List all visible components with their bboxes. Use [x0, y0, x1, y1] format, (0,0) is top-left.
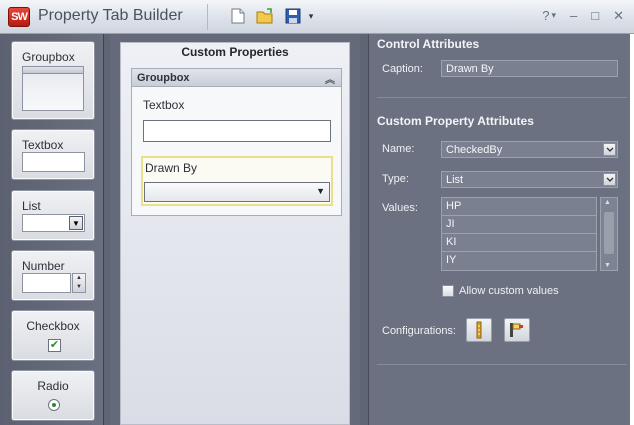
- textbox-preview: [22, 152, 85, 172]
- minimize-icon[interactable]: –: [570, 8, 577, 24]
- window-edge: [630, 34, 634, 425]
- save-dropdown-icon[interactable]: ▾: [302, 7, 320, 25]
- custom-properties-pane: Custom Properties Groupbox ︽ Textbox Dra…: [110, 34, 360, 425]
- configurations-label: Configurations:: [382, 325, 456, 337]
- palette-list[interactable]: List ▼: [11, 190, 95, 241]
- values-label: Values:: [382, 202, 418, 214]
- type-label: Type:: [382, 173, 409, 185]
- caption-input[interactable]: Drawn By: [441, 60, 618, 77]
- palette-number[interactable]: Number ▲ ▼: [11, 250, 95, 301]
- section-divider: [377, 97, 627, 98]
- maximize-icon[interactable]: □: [591, 8, 599, 24]
- groupbox-control[interactable]: Groupbox ︽ Textbox Drawn By ▼: [131, 68, 342, 216]
- palette-groupbox-label: Groupbox: [22, 50, 75, 64]
- list-item[interactable]: HP: [442, 198, 596, 216]
- palette-radio-label: Radio: [37, 379, 69, 393]
- title-bar: SW Property Tab Builder ▾ ? ▾ – □ ✕: [0, 0, 634, 34]
- close-icon[interactable]: ✕: [613, 8, 624, 24]
- custom-properties-canvas: Custom Properties Groupbox ︽ Textbox Dra…: [120, 42, 350, 425]
- name-label: Name:: [382, 143, 415, 155]
- attributes-pane: Control Attributes Caption: Drawn By Cus…: [368, 34, 634, 425]
- scroll-up-icon[interactable]: ▲: [604, 199, 611, 206]
- drawn-by-list-control[interactable]: Drawn By ▼: [141, 156, 333, 206]
- collapse-icon[interactable]: ︽: [325, 71, 335, 86]
- section-divider-bottom: [377, 364, 627, 365]
- groupbox-title: Groupbox: [137, 72, 190, 84]
- toolbar-separator: [207, 4, 208, 30]
- solidworks-logo: SW: [8, 7, 30, 27]
- chevron-down-icon: ▼: [69, 216, 83, 230]
- drawn-by-dropdown[interactable]: ▼: [144, 182, 330, 202]
- caption-label: Caption:: [382, 63, 423, 75]
- configuration-all-icon[interactable]: [466, 318, 492, 342]
- new-file-icon[interactable]: [229, 7, 247, 25]
- palette-radio[interactable]: Radio: [11, 370, 95, 421]
- name-value: CheckedBy: [446, 144, 503, 156]
- radio-dot-icon: [48, 399, 60, 411]
- open-folder-icon[interactable]: [256, 7, 274, 25]
- scroll-thumb[interactable]: [604, 212, 614, 254]
- palette-groupbox[interactable]: Groupbox: [11, 41, 95, 120]
- scroll-down-icon[interactable]: ▼: [604, 262, 611, 269]
- save-icon[interactable]: [284, 7, 302, 25]
- groupbox-preview: [22, 66, 84, 111]
- custom-property-attributes-title: Custom Property Attributes: [377, 114, 534, 128]
- palette-list-label: List: [22, 199, 41, 213]
- drawn-by-label: Drawn By: [145, 161, 198, 175]
- list-preview: ▼: [22, 214, 85, 232]
- configuration-specific-icon[interactable]: [504, 318, 530, 342]
- spinner-icon: ▲ ▼: [72, 273, 86, 293]
- type-combobox[interactable]: List: [441, 171, 618, 188]
- palette-checkbox-label: Checkbox: [26, 319, 80, 333]
- textbox-input[interactable]: [143, 120, 331, 142]
- allow-custom-values-checkbox[interactable]: [442, 285, 454, 297]
- checkmark-icon: ✔: [48, 339, 61, 352]
- control-attributes-title: Control Attributes: [377, 37, 480, 51]
- chevron-down-icon: ▼: [316, 186, 325, 196]
- palette-textbox[interactable]: Textbox: [11, 129, 95, 180]
- palette-textbox-label: Textbox: [22, 138, 64, 152]
- type-value: List: [446, 174, 464, 186]
- palette-number-label: Number: [22, 259, 65, 273]
- control-palette: Groupbox Textbox List ▼ Number ▲ ▼ Checkb…: [0, 34, 104, 425]
- chevron-down-icon[interactable]: [603, 173, 616, 186]
- list-item[interactable]: IY: [442, 252, 596, 270]
- chevron-down-icon[interactable]: [603, 143, 616, 156]
- list-item[interactable]: KI: [442, 234, 596, 252]
- palette-checkbox[interactable]: Checkbox ✔: [11, 310, 95, 361]
- allow-custom-values-label: Allow custom values: [459, 285, 559, 297]
- help-icon[interactable]: ?: [542, 8, 549, 24]
- name-combobox[interactable]: CheckedBy: [441, 141, 618, 158]
- custom-properties-title: Custom Properties: [181, 45, 289, 59]
- number-preview: [22, 273, 71, 293]
- list-item[interactable]: JI: [442, 216, 596, 234]
- values-scrollbar[interactable]: ▲ ▼: [600, 197, 618, 271]
- app-title: Property Tab Builder: [38, 7, 183, 24]
- values-list[interactable]: HP JI KI IY: [441, 197, 597, 271]
- help-dropdown-icon[interactable]: ▾: [551, 8, 556, 24]
- groupbox-header[interactable]: Groupbox ︽: [132, 69, 341, 87]
- textbox-label: Textbox: [143, 98, 185, 112]
